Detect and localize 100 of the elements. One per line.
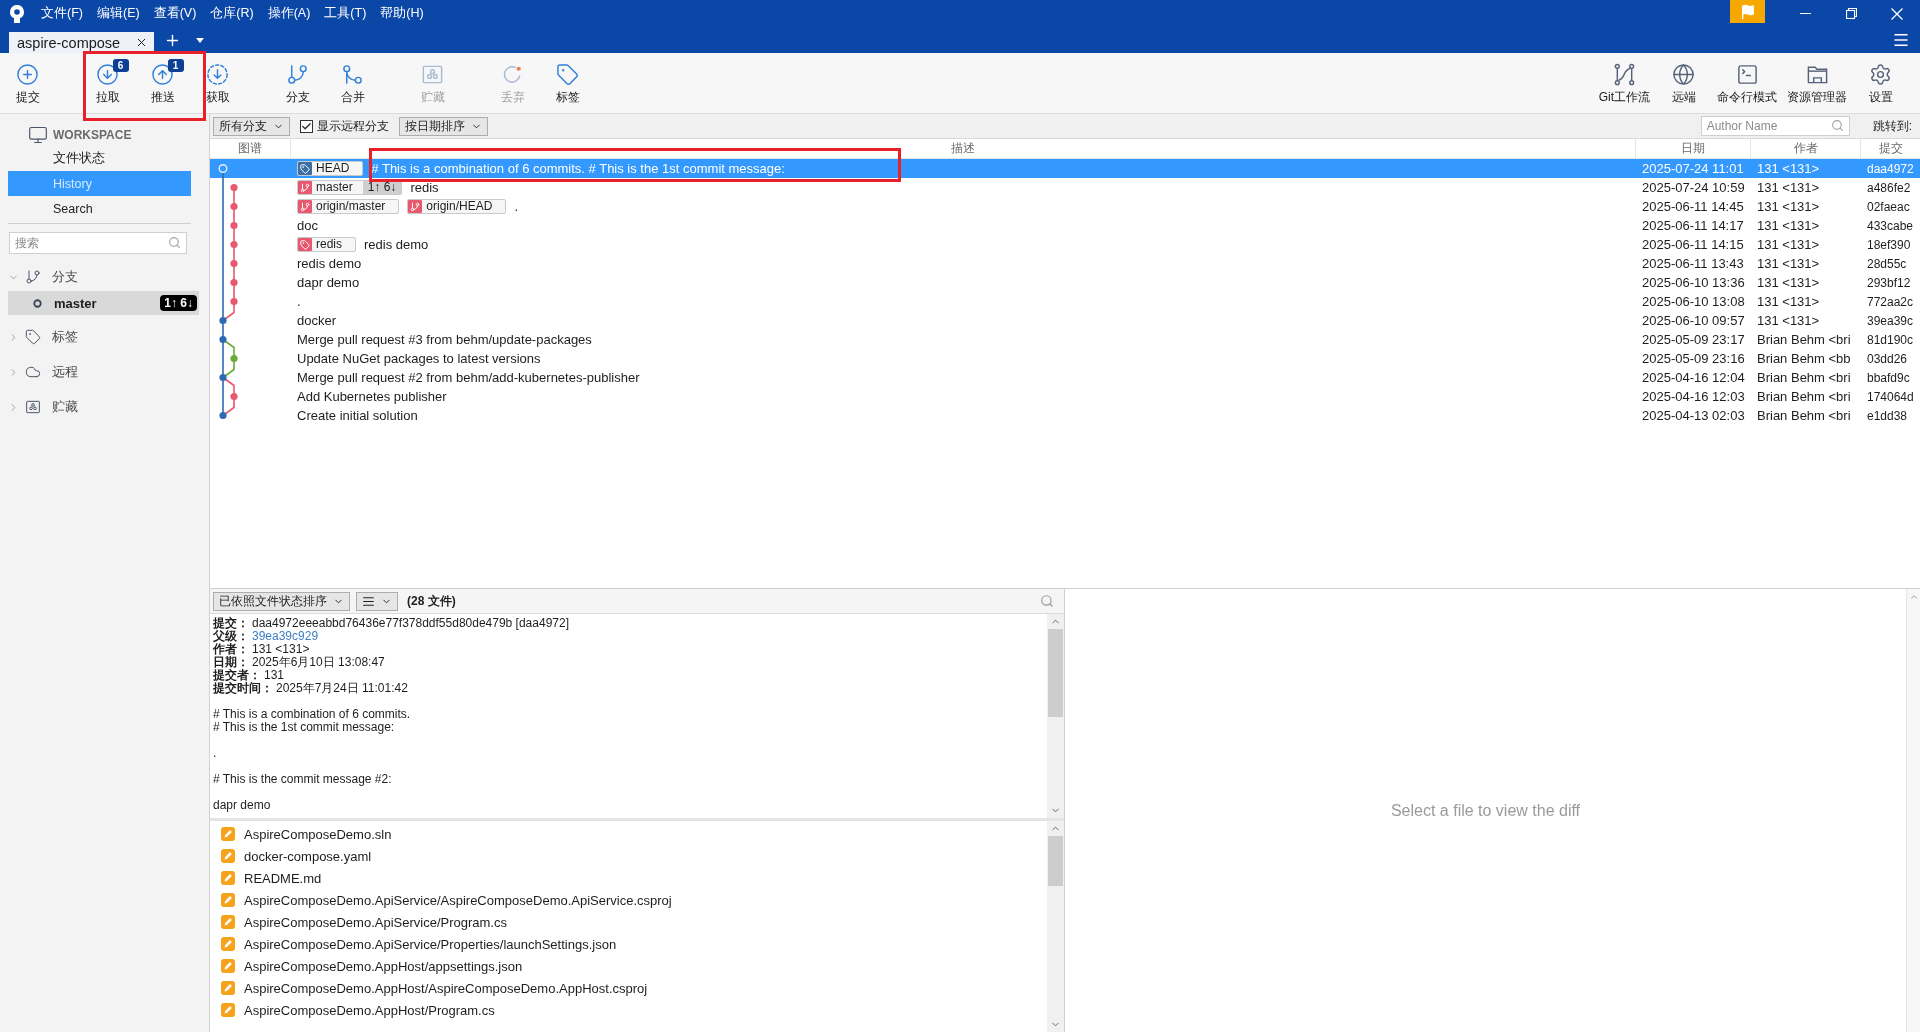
sidebar-section-header[interactable]: 贮藏 bbox=[0, 394, 209, 420]
commit-row[interactable]: redis redis demo 2025-06-11 14:15 131 <131> 18ef390 bbox=[210, 235, 1920, 254]
ref-name: master bbox=[316, 181, 353, 194]
commit-row[interactable]: Update NuGet packages to latest versions 2025-05-09 23:16 Brian Behm <bb 03dd26 bbox=[210, 349, 1920, 368]
modified-pencil-icon bbox=[221, 849, 235, 863]
file-list-item[interactable]: AspireComposeDemo.sln bbox=[210, 823, 1047, 845]
sidebar-item[interactable]: Search bbox=[8, 196, 191, 221]
file-list-item[interactable]: README.md bbox=[210, 867, 1047, 889]
commit-row[interactable]: dapr demo 2025-06-10 13:36 131 <131> 293bf12 bbox=[210, 273, 1920, 292]
menu-item[interactable]: 操作(A) bbox=[260, 0, 318, 27]
merge-icon bbox=[341, 62, 364, 86]
hash-cell-text: 03dd26 bbox=[1866, 351, 1909, 366]
close-icon bbox=[1891, 7, 1903, 20]
commit-row[interactable]: doc 2025-06-11 14:17 131 <131> 433cabe bbox=[210, 216, 1920, 235]
sidebar-search-field[interactable]: 搜索 bbox=[9, 232, 187, 254]
sidebar-section-header[interactable]: 远程 bbox=[0, 359, 209, 385]
menu-item[interactable]: 工具(T) bbox=[317, 0, 374, 27]
file-list-item[interactable]: AspireComposeDemo.ApiService/Program.cs bbox=[210, 911, 1047, 933]
sidebar-section-header[interactable]: 标签 bbox=[0, 324, 209, 350]
view-mode-dropdown[interactable] bbox=[356, 591, 398, 611]
field-value: 2025年6月10日 13:08:47 bbox=[252, 656, 385, 669]
sidebar-section-header[interactable]: 分支 bbox=[0, 264, 209, 290]
column-header[interactable]: 图谱 bbox=[210, 139, 291, 158]
commit-row[interactable]: Merge pull request #3 from behm/update-packages 2025-05-09 23:17 Brian Behm <bri 81d190c bbox=[210, 330, 1920, 349]
ref-name: HEAD bbox=[316, 162, 350, 175]
scrollbar[interactable] bbox=[1906, 589, 1920, 1032]
push-button[interactable]: 1 推送 bbox=[135, 53, 190, 113]
author-search-field[interactable]: Author Name bbox=[1700, 116, 1850, 136]
explorer-button[interactable]: 资源管理器 bbox=[1783, 53, 1851, 113]
pull-button[interactable]: 6 拉取 bbox=[80, 53, 135, 113]
column-header[interactable]: 日期 bbox=[1636, 139, 1751, 158]
hash-cell-text: a486fe2 bbox=[1866, 180, 1912, 195]
commit-message: redis demo bbox=[297, 256, 362, 271]
search-icon[interactable] bbox=[1040, 594, 1054, 608]
branch-icon bbox=[286, 62, 309, 86]
commit-message: Add Kubernetes publisher bbox=[297, 389, 447, 404]
column-header[interactable]: 描述 bbox=[291, 139, 1636, 158]
menu-item[interactable]: 文件(F) bbox=[34, 0, 90, 27]
scrollbar[interactable] bbox=[1047, 614, 1064, 818]
checkbox[interactable] bbox=[300, 119, 313, 133]
date-cell-text: 2025-06-11 14:17 bbox=[1641, 218, 1745, 233]
ref-name: redis bbox=[316, 238, 342, 251]
author-cell-text: Brian Behm <bri bbox=[1756, 332, 1852, 347]
date-cell-text: 2025-06-10 09:57 bbox=[1641, 313, 1746, 328]
branch-filter-dropdown[interactable]: 所有分支 bbox=[213, 116, 290, 136]
column-header[interactable]: 作者 bbox=[1751, 139, 1861, 158]
message-line: # This is the commit message #2: bbox=[213, 773, 393, 786]
list-icon bbox=[362, 594, 375, 608]
checkbox-label[interactable]: 显示远程分支 bbox=[317, 117, 389, 135]
git-flow-button[interactable]: Git工作流 bbox=[1594, 53, 1654, 113]
file-list-item[interactable]: docker-compose.yaml bbox=[210, 845, 1047, 867]
branch-item[interactable]: master 1↑ 6↓ bbox=[8, 291, 199, 315]
close-icon[interactable] bbox=[135, 36, 148, 49]
tag-button[interactable]: 标签 bbox=[540, 53, 595, 113]
parent-commit-link[interactable]: 39ea39c929 bbox=[252, 630, 319, 643]
fetch-button[interactable]: 获取 bbox=[190, 53, 245, 113]
commit-row[interactable]: . 2025-06-10 13:08 131 <131> 772aa2c bbox=[210, 292, 1920, 311]
commit-row[interactable]: origin/master origin/HEAD . 2025-06-11 14:45 131 <131> 02faeac bbox=[210, 197, 1920, 216]
author-cell-text: 131 <131> bbox=[1756, 180, 1821, 195]
scrollbar-thumb[interactable] bbox=[1048, 836, 1063, 886]
commit-row[interactable]: Create initial solution 2025-04-13 02:03 Brian Behm <bri e1dd38 bbox=[210, 406, 1920, 425]
remote-button[interactable]: 远端 bbox=[1656, 53, 1711, 113]
scrollbar[interactable] bbox=[1047, 821, 1064, 1032]
menu-item[interactable]: 查看(V) bbox=[146, 0, 204, 27]
menu-icon[interactable] bbox=[1892, 31, 1910, 49]
menu-item[interactable]: 编辑(E) bbox=[89, 0, 147, 27]
scroll-up-icon[interactable] bbox=[1908, 592, 1919, 602]
flag-button[interactable] bbox=[1730, 0, 1765, 23]
plus-circle-icon bbox=[16, 62, 39, 86]
date-cell-text: 2025-06-11 13:43 bbox=[1641, 256, 1745, 271]
branch-button[interactable]: 分支 bbox=[270, 53, 325, 113]
file-sort-dropdown[interactable]: 已依照文件状态排序 bbox=[213, 591, 350, 611]
commit-row[interactable]: Merge pull request #2 from behm/add-kubernetes-publisher 2025-04-16 12:04 Brian Behm <bri bbafd9c bbox=[210, 368, 1920, 387]
file-list-item[interactable]: AspireComposeDemo.AppHost/AspireComposeDemo.AppHost.csproj bbox=[210, 977, 1047, 999]
search-icon bbox=[1830, 119, 1844, 132]
commit-row[interactable]: Add Kubernetes publisher 2025-04-16 12:03 Brian Behm <bri 174064d bbox=[210, 387, 1920, 406]
date-cell-text: 2025-06-10 13:08 bbox=[1641, 294, 1746, 309]
scrollbar-thumb[interactable] bbox=[1048, 629, 1063, 717]
file-list-item[interactable]: AspireComposeDemo.ApiService/AspireComposeDemo.ApiService.csproj bbox=[210, 889, 1047, 911]
sidebar-item[interactable]: 文件状态 bbox=[8, 146, 191, 171]
commit-row[interactable]: master 1↑ 6↓ redis 2025-07-24 10:59 131 <131> a486fe2 bbox=[210, 178, 1920, 197]
modified-pencil-icon bbox=[221, 871, 235, 885]
commit-row[interactable]: redis demo 2025-06-11 13:43 131 <131> 28d55c bbox=[210, 254, 1920, 273]
author-cell-text: Brian Behm <bri bbox=[1756, 389, 1852, 404]
repository-tab[interactable]: aspire-compose bbox=[9, 32, 154, 53]
merge-button[interactable]: 合并 bbox=[325, 53, 380, 113]
commit-row[interactable]: docker 2025-06-10 09:57 131 <131> 39ea39c bbox=[210, 311, 1920, 330]
sort-dropdown[interactable]: 按日期排序 bbox=[399, 116, 488, 136]
terminal-button[interactable]: 命令行模式 bbox=[1713, 53, 1781, 113]
menu-item[interactable]: 帮助(H) bbox=[373, 0, 431, 27]
commit-message: dapr demo bbox=[297, 275, 360, 290]
file-list-item[interactable]: AspireComposeDemo.AppHost/Program.cs bbox=[210, 999, 1047, 1021]
caret-down-icon[interactable] bbox=[196, 37, 204, 43]
file-list-item[interactable]: AspireComposeDemo.AppHost/appsettings.json bbox=[210, 955, 1047, 977]
commit-row[interactable]: HEAD # This is a combination of 6 commits. # This is the 1st commit message: 2025-07-24 11:01 131 <131> daa4972 bbox=[210, 159, 1920, 178]
settings-button[interactable]: 设置 bbox=[1853, 53, 1908, 113]
menu-item[interactable]: 仓库(R) bbox=[203, 0, 261, 27]
file-list-item[interactable]: AspireComposeDemo.ApiService/Properties/launchSettings.json bbox=[210, 933, 1047, 955]
column-header[interactable]: 提交 bbox=[1861, 139, 1920, 158]
commit-button[interactable]: 提交 bbox=[0, 53, 55, 113]
